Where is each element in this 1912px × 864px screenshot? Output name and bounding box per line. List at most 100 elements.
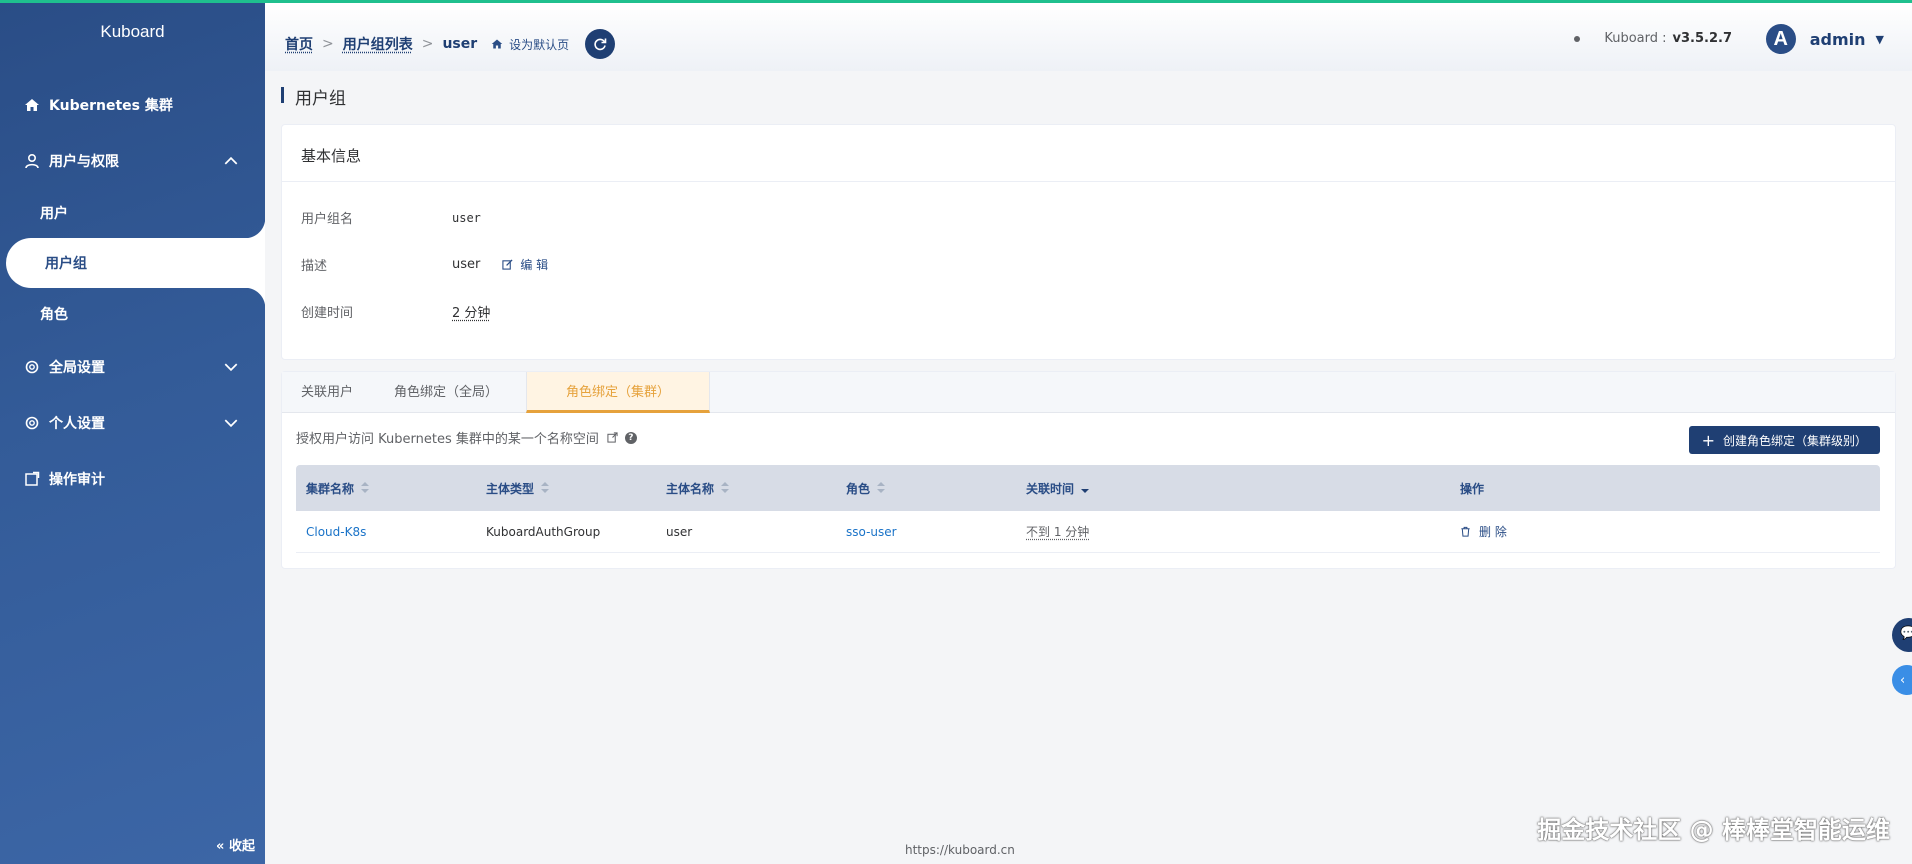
home-icon [491,39,503,49]
gear-icon [25,416,39,430]
sidebar-item-label: 全局设置 [49,360,105,376]
user-menu[interactable]: A admin ▼ [1765,24,1884,54]
info-row-name: 用户组名 user [301,208,481,228]
column-header-label: 角色 [846,481,871,496]
user-icon [25,153,39,169]
created-value: 2 分钟 [452,306,491,321]
edit-description-button[interactable]: 编 辑 [502,256,548,273]
collapse-sidebar-button[interactable]: « 收起 [216,835,255,854]
edit-label: 编 辑 [520,258,549,272]
subject-name-cell: user [666,524,693,539]
chevron-up-icon [224,156,238,165]
plus-icon: + [1701,430,1715,450]
sort-icon[interactable] [361,482,370,494]
column-header-subject-name[interactable]: 主体名称 [656,480,836,497]
column-header-label: 主体类型 [486,481,535,496]
description-value: user [452,257,481,272]
sidebar-subitem-roles[interactable]: 角色 [40,304,68,324]
refresh-icon [594,38,607,51]
sort-desc-icon[interactable] [1081,482,1090,494]
sidebar-item-label: 个人设置 [49,416,105,432]
column-header-label: 操作 [1460,481,1485,496]
sidebar-subitem-users[interactable]: 用户 [40,203,68,223]
sidebar-item-label: 操作审计 [49,472,105,488]
chevron-left-icon: ‹ [1900,673,1906,688]
collapse-label: 收起 [228,839,255,854]
sidebar-item-users-permissions[interactable]: 用户与权限 [24,149,248,173]
expand-float-button[interactable]: ‹ [1892,665,1912,695]
column-header-label: 关联时间 [1026,481,1075,496]
tab-related-users[interactable]: 关联用户 [282,372,372,413]
sidebar-item-audit[interactable]: 操作审计 [24,467,105,491]
description-label: 描述 [301,259,328,274]
group-name-value: user [452,210,481,225]
sidebar-item-personal-settings[interactable]: 个人设置 [24,411,248,435]
table-row: Cloud-K8s KuboardAuthGroup user sso-user… [296,511,1880,553]
help-icon[interactable]: ? [624,431,637,444]
table-header: 集群名称 主体类型 主体名称 角色 关联时间 操作 [296,465,1880,511]
subject-type-cell: KuboardAuthGroup [486,524,601,539]
tab-role-binding-cluster[interactable]: 角色绑定（集群） [526,372,711,413]
username: admin [1809,29,1866,49]
breadcrumb-home[interactable]: 首页 [285,34,313,54]
time-cell: 不到 1 分钟 [1026,525,1090,539]
column-header-label: 主体名称 [666,481,715,496]
sort-icon[interactable] [877,482,886,494]
chevron-right-icon: > [322,36,334,52]
version-label: Kuboard : [1604,31,1667,46]
tab-bar: 关联用户 角色绑定（全局） 角色绑定（集群） [282,372,1895,413]
version-info: Kuboard : v3.5.2.7 [1574,31,1732,46]
basic-info-card: 基本信息 用户组名 user 描述 user 编 辑 创建时间 2 分钟 [281,124,1896,360]
create-role-binding-button[interactable]: + 创建角色绑定（集群级别） [1688,426,1880,454]
chevron-down-icon [224,419,238,428]
info-row-description: 描述 user 编 辑 [301,255,548,274]
info-row-created: 创建时间 2 分钟 [301,302,490,321]
column-header-action: 操作 [1450,480,1880,497]
version-value: v3.5.2.7 [1672,31,1732,46]
sort-icon[interactable] [721,482,730,494]
edit-icon [502,259,513,270]
sort-icon[interactable] [541,482,550,494]
tab-role-binding-global[interactable]: 角色绑定（全局） [372,372,517,413]
role-link[interactable]: sso-user [846,525,897,539]
footer-link[interactable]: https://kuboard.cn [905,843,1015,857]
double-chevron-left-icon: « [216,839,225,854]
chevron-down-icon [224,363,238,372]
created-label: 创建时间 [301,306,354,321]
sidebar-item-label: 用户与权限 [49,154,119,170]
sidebar-subitem-label: 用户组 [45,256,87,272]
sidebar-item-label: Kubernetes 集群 [49,98,173,114]
sidebar-item-kubernetes[interactable]: Kubernetes 集群 [24,93,173,117]
sidebar-subitem-usergroups[interactable]: 用户组 [6,218,265,308]
audit-icon [25,471,40,486]
chat-icon: 💬 [1900,626,1912,641]
sidebar-item-global-settings[interactable]: 全局设置 [24,355,248,379]
set-default-label: 设为默认页 [509,37,570,52]
cluster-link[interactable]: Cloud-K8s [306,525,366,539]
breadcrumb-current: user [442,36,478,52]
watermark: 掘金技术社区 @ 棒棒堂智能运维 [1537,816,1890,844]
basic-info-title: 基本信息 [282,125,1895,182]
group-name-label: 用户组名 [301,212,354,227]
delete-label: 删 除 [1479,525,1507,539]
refresh-button[interactable] [585,29,616,59]
breadcrumb: 首页 > 用户组列表 > user 设为默认页 [285,29,616,59]
external-link-icon[interactable] [607,432,618,443]
chevron-right-icon: > [421,36,434,52]
caret-down-icon: ▼ [1875,32,1884,46]
role-binding-card: 关联用户 角色绑定（全局） 角色绑定（集群） 授权用户访问 Kubernetes… [281,371,1896,569]
tab-description-text: 授权用户访问 Kubernetes 集群中的某一个名称空间 [296,432,599,447]
column-header-time[interactable]: 关联时间 [1016,480,1450,497]
set-default-page-button[interactable]: 设为默认页 [491,36,569,53]
breadcrumb-usergroup-list[interactable]: 用户组列表 [343,34,413,54]
column-header-subject-type[interactable]: 主体类型 [476,480,656,497]
sidebar: Kuboard Kubernetes 集群 用户与权限 用户 用户组 角色 全局… [0,0,265,864]
column-header-role[interactable]: 角色 [836,480,1016,497]
tab-description: 授权用户访问 Kubernetes 集群中的某一个名称空间 ? [296,428,637,447]
chat-float-button[interactable]: 💬 [1892,618,1912,652]
column-header-cluster[interactable]: 集群名称 [296,480,476,497]
role-binding-table: 集群名称 主体类型 主体名称 角色 关联时间 操作 Cloud-K8s Kubo… [296,465,1880,553]
delete-button[interactable]: 删 除 [1460,523,1507,540]
brand-logo[interactable]: Kuboard [0,22,265,42]
column-header-label: 集群名称 [306,481,355,496]
